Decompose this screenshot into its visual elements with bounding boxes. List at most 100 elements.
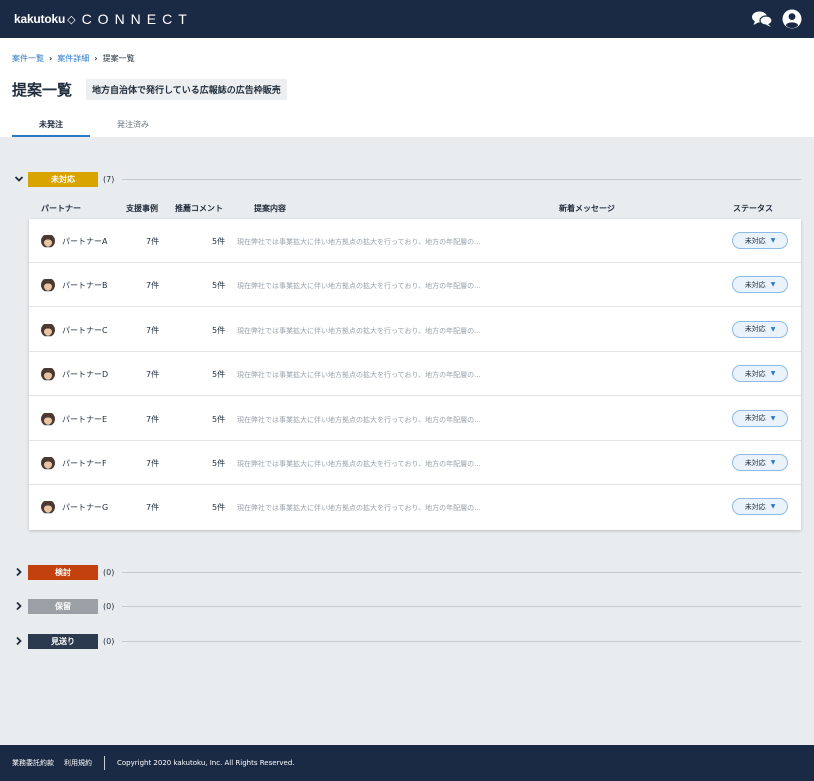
- table-row[interactable]: パートナーC 7件 5件 現在弊社では事業拡大に伴い地方拠点の拡大を行っており、…: [29, 308, 801, 352]
- group-badge-unhandled[interactable]: 未対応: [28, 171, 98, 187]
- column-header-content: 提案内容: [254, 204, 286, 213]
- group-divider: [122, 605, 801, 607]
- app-logo[interactable]: kakutoku ◇ CONNECT: [14, 11, 193, 27]
- title-row: 提案一覧 地方自治体で発行している広報誌の広告枠販売: [12, 79, 287, 100]
- cases-count: 7件: [146, 281, 160, 291]
- status-dropdown[interactable]: 未対応 ▼: [732, 365, 788, 383]
- group-row-unhandled: 未対応 (7): [13, 171, 801, 187]
- status-dropdown[interactable]: 未対応 ▼: [732, 276, 788, 294]
- chevron-right-icon[interactable]: [13, 567, 25, 577]
- chat-bubbles-icon[interactable]: [751, 10, 773, 28]
- partner-name[interactable]: パートナーB: [62, 280, 108, 291]
- table-row[interactable]: パートナーF 7件 5件 現在弊社では事業拡大に伴い地方拠点の拡大を行っており、…: [29, 441, 801, 485]
- caret-down-icon: ▼: [770, 414, 776, 422]
- avatar: [41, 456, 55, 470]
- cases-count: 7件: [146, 459, 160, 468]
- comments-count: 5件: [212, 325, 226, 335]
- tab-bar: 未発注 発注済み: [12, 113, 172, 137]
- group-badge-declined[interactable]: 見送り: [28, 633, 98, 649]
- page-footer: 業務委託約款 利用規約 Copyright 2020 kakutoku, Inc…: [0, 745, 814, 781]
- group-badge-considering[interactable]: 検討: [28, 564, 98, 580]
- top-navbar: kakutoku ◇ CONNECT: [0, 0, 814, 38]
- status-dropdown[interactable]: 未対応 ▼: [732, 232, 788, 249]
- chevron-right-icon[interactable]: [13, 636, 25, 646]
- caret-down-icon: ▼: [770, 237, 776, 244]
- status-value: 未対応: [744, 325, 766, 334]
- column-header-message: 新着メッセージ: [559, 204, 615, 213]
- comments-count: 5件: [212, 237, 226, 246]
- comments-count: 5件: [212, 414, 226, 424]
- group-badge-on-hold[interactable]: 保留: [28, 598, 98, 614]
- avatar: [41, 323, 55, 337]
- status-dropdown[interactable]: 未対応 ▼: [732, 498, 788, 516]
- footer-link-terms-of-use[interactable]: 利用規約: [64, 758, 92, 768]
- proposal-content[interactable]: 現在弊社では事業拡大に伴い地方拠点の拡大を行っており、地方の年配層の...: [237, 237, 481, 247]
- column-header-cases: 支援事例: [126, 204, 158, 213]
- user-circle-icon[interactable]: [782, 9, 802, 29]
- avatar: [41, 367, 55, 382]
- caret-down-icon: ▼: [770, 459, 776, 466]
- caret-down-icon: ▼: [770, 281, 776, 289]
- group-count: (7): [103, 174, 115, 184]
- avatar: [41, 412, 55, 426]
- proposal-content[interactable]: 現在弊社では事業拡大に伴い地方拠点の拡大を行っており、地方の年配層の...: [237, 415, 481, 425]
- proposal-content[interactable]: 現在弊社では事業拡大に伴い地方拠点の拡大を行っており、地方の年配層の...: [237, 370, 481, 380]
- comments-count: 5件: [212, 370, 226, 380]
- caret-down-icon: ▼: [770, 325, 776, 333]
- breadcrumb-current: 提案一覧: [102, 54, 135, 63]
- partner-name[interactable]: パートナーC: [62, 325, 108, 336]
- logo-product: CONNECT: [81, 11, 193, 27]
- cases-count: 7件: [146, 414, 160, 424]
- status-dropdown[interactable]: 未対応 ▼: [732, 320, 788, 338]
- partner-name[interactable]: パートナーE: [62, 414, 107, 425]
- topbar-actions: [751, 9, 802, 29]
- proposal-content[interactable]: 現在弊社では事業拡大に伴い地方拠点の拡大を行っており、地方の年配層の...: [237, 326, 481, 336]
- partner-name[interactable]: パートナーF: [62, 458, 107, 469]
- proposal-content[interactable]: 現在弊社では事業拡大に伴い地方拠点の拡大を行っており、地方の年配層の...: [237, 281, 481, 291]
- footer-link-outsourcing-terms[interactable]: 業務委託約款: [12, 758, 54, 768]
- table-row[interactable]: パートナーE 7件 5件 現在弊社では事業拡大に伴い地方拠点の拡大を行っており、…: [29, 397, 801, 441]
- partner-name[interactable]: パートナーD: [62, 369, 108, 380]
- chevron-down-icon[interactable]: [13, 175, 25, 183]
- status-value: 未対応: [744, 502, 766, 511]
- caret-down-icon: ▼: [770, 503, 776, 511]
- footer-copyright: Copyright 2020 kakutoku, Inc. All Rights…: [117, 759, 295, 767]
- group-divider: [122, 178, 801, 180]
- project-name-chip: 地方自治体で発行している広報誌の広告枠販売: [86, 79, 287, 100]
- table-row[interactable]: パートナーA 7件 5件 現在弊社では事業拡大に伴い地方拠点の拡大を行っており、…: [29, 219, 801, 263]
- comments-count: 5件: [212, 503, 226, 513]
- partner-name[interactable]: パートナーA: [62, 236, 107, 247]
- breadcrumb-link-project-detail[interactable]: 案件詳細: [57, 53, 89, 64]
- group-count: (0): [103, 567, 115, 577]
- group-row-considering: 検討 (0): [13, 564, 801, 580]
- column-header-partner: パートナー: [41, 204, 81, 213]
- cases-count: 7件: [146, 325, 160, 335]
- column-header-comments: 推薦コメント: [175, 204, 223, 213]
- status-dropdown[interactable]: 未対応 ▼: [732, 409, 788, 427]
- table-row[interactable]: パートナーD 7件 5件 現在弊社では事業拡大に伴い地方拠点の拡大を行っており、…: [29, 352, 801, 397]
- table-row[interactable]: パートナーG 7件 5件 現在弊社では事業拡大に伴い地方拠点の拡大を行っており、…: [29, 485, 801, 529]
- table-header-row: パートナー 支援事例 推薦コメント 提案内容 新着メッセージ ステータス: [0, 203, 814, 215]
- group-row-on-hold: 保留 (0): [13, 598, 801, 614]
- proposal-content[interactable]: 現在弊社では事業拡大に伴い地方拠点の拡大を行っており、地方の年配層の...: [237, 503, 481, 513]
- breadcrumb: 案件一覧 › 案件詳細 › 提案一覧: [12, 53, 135, 64]
- breadcrumb-separator-icon: ›: [49, 54, 53, 63]
- chevron-right-icon[interactable]: [13, 601, 25, 611]
- column-header-status: ステータス: [733, 204, 773, 213]
- partner-name[interactable]: パートナーG: [62, 502, 108, 513]
- proposal-table: パートナーA 7件 5件 現在弊社では事業拡大に伴い地方拠点の拡大を行っており、…: [29, 219, 801, 530]
- table-row[interactable]: パートナーB 7件 5件 現在弊社では事業拡大に伴い地方拠点の拡大を行っており、…: [29, 263, 801, 308]
- page-title: 提案一覧: [12, 81, 73, 99]
- breadcrumb-separator-icon: ›: [94, 54, 98, 63]
- tab-not-ordered[interactable]: 未発注: [12, 113, 90, 137]
- tab-ordered[interactable]: 発注済み: [94, 113, 172, 137]
- group-divider: [122, 640, 801, 642]
- status-value: 未対応: [744, 458, 766, 467]
- footer-divider: [104, 756, 105, 770]
- logo-brand: kakutoku: [14, 12, 66, 26]
- status-value: 未対応: [744, 414, 766, 423]
- breadcrumb-link-projects[interactable]: 案件一覧: [12, 53, 44, 64]
- proposal-content[interactable]: 現在弊社では事業拡大に伴い地方拠点の拡大を行っており、地方の年配層の...: [237, 459, 481, 469]
- avatar: [41, 278, 55, 293]
- status-dropdown[interactable]: 未対応 ▼: [732, 454, 788, 471]
